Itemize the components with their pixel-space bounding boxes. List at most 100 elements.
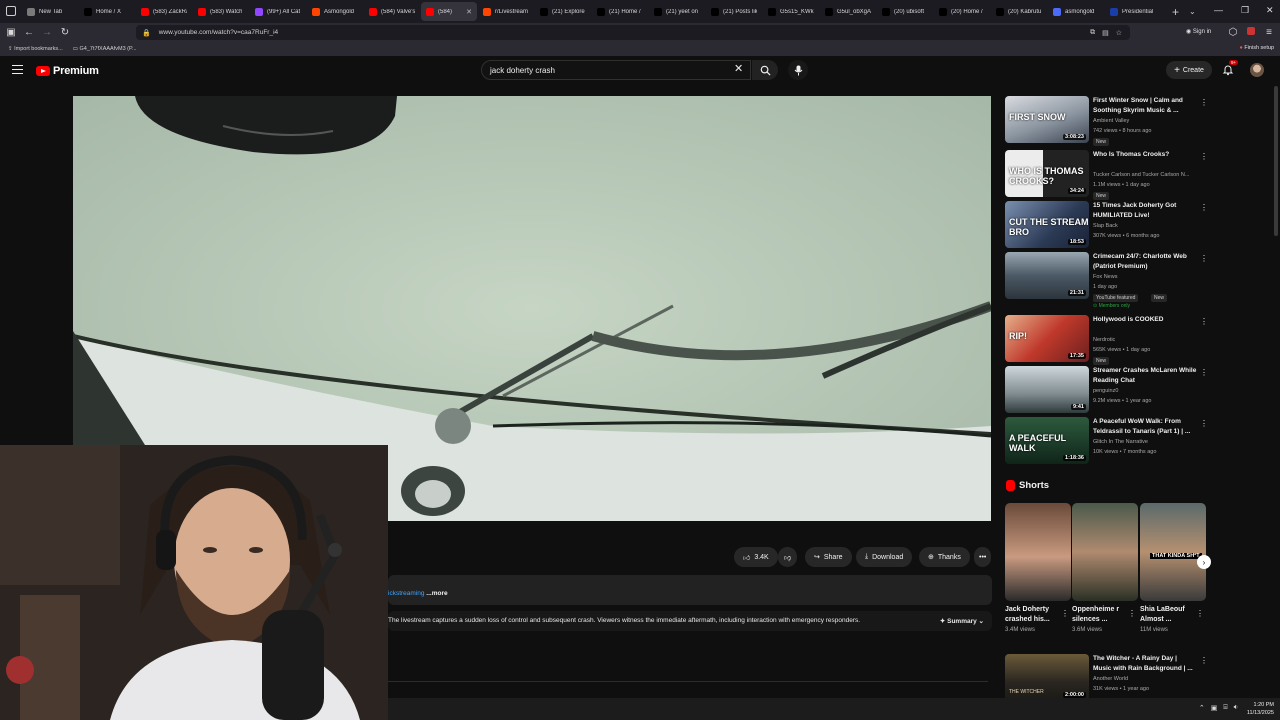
video-title[interactable]: The Witcher - A Rainy Day | Music with R… (1093, 654, 1197, 674)
tray-chevron-icon[interactable]: ⌃ (1199, 704, 1205, 712)
video-title[interactable]: Streamer Crashes McLaren While Reading C… (1093, 366, 1197, 386)
video-title[interactable]: 15 Times Jack Doherty Got HUMILIATED Liv… (1093, 201, 1197, 221)
new-tab-icon[interactable]: + (1172, 5, 1179, 19)
channel-name[interactable]: Tucker Carlson and Tucker Carlson N... (1093, 172, 1203, 178)
more-vert-icon[interactable]: ⋮ (1200, 152, 1208, 161)
like-button[interactable]: 👍︎ 3.4K (734, 547, 778, 567)
extension-red-icon[interactable] (1242, 27, 1260, 38)
more-vert-icon[interactable]: ⋮ (1196, 609, 1204, 618)
chevron-down-icon[interactable]: ⌄ (1189, 7, 1196, 16)
video-thumbnail[interactable]: CUT THE STREAM BRO 18:53 (1005, 201, 1089, 248)
browser-tab[interactable]: Home / X (79, 2, 135, 21)
browser-tab[interactable]: (21) yeet on (649, 2, 705, 21)
more-vert-icon[interactable]: ⋮ (1200, 656, 1208, 665)
clear-search-icon[interactable]: ✕ (734, 62, 743, 75)
browser-tab[interactable]: (21) Home / (592, 2, 648, 21)
shorts-next-button[interactable]: › (1197, 555, 1211, 569)
search-input[interactable]: jack doherty crash (481, 60, 751, 80)
browser-tab[interactable]: (584) Valve's (364, 2, 420, 21)
notifications-bell-icon[interactable] (1222, 64, 1234, 76)
browser-tab[interactable]: Asmongold (307, 2, 363, 21)
browser-tab[interactable]: (584) ✕ (421, 2, 477, 21)
channel-name[interactable]: Nerdrotic (1093, 337, 1203, 343)
finish-setup-button[interactable]: ● Finish setup (1239, 45, 1274, 51)
reader-view-icon[interactable]: ▤ (1102, 29, 1109, 37)
video-thumbnail[interactable]: 21:31 (1005, 252, 1089, 299)
video-thumbnail[interactable]: THE WITCHER 2:00:00 (1005, 654, 1089, 701)
browser-tab[interactable]: G5s15_KWk (763, 2, 819, 21)
voice-search-button[interactable] (788, 60, 808, 80)
video-title[interactable]: Crimecam 24/7: Charlotte Web (Patriot Pr… (1093, 252, 1197, 272)
browser-tab[interactable]: (99+) All Cat (250, 2, 306, 21)
browser-tab[interactable]: G5ul_obXgA (820, 2, 876, 21)
reload-icon[interactable]: ↻ (56, 27, 74, 38)
youtube-logo[interactable]: Premium (36, 65, 99, 77)
description-box[interactable]: ickstreaming ...more (388, 575, 992, 605)
browser-tab[interactable]: (21) Posts lik (706, 2, 762, 21)
video-title[interactable]: A Peaceful WoW Walk: From Teldrassil to … (1093, 417, 1197, 437)
recommendation-item[interactable]: WHO IS THOMAS CROOKS? 34:24 Who Is Thomas … (1005, 150, 1215, 200)
more-link[interactable]: ...more (424, 590, 447, 597)
browser-tab[interactable]: Presidential (1105, 2, 1161, 21)
extensions-icon[interactable]: ⬡ (1224, 27, 1242, 38)
more-vert-icon[interactable]: ⋮ (1200, 203, 1208, 212)
network-icon[interactable]: ⌸ (1223, 704, 1227, 712)
recommendation-item[interactable]: FIRST SNOW 3:08:23 First Winter Snow | Cal… (1005, 96, 1215, 146)
browser-tab[interactable]: (20) Kabrutu (991, 2, 1047, 21)
taskbar-clock[interactable]: 1:20 PM 11/13/2025 (1247, 701, 1274, 717)
short-title[interactable]: Jack Doherty crashed his... (1005, 605, 1059, 625)
more-vert-icon[interactable]: ⋮ (1200, 419, 1208, 428)
search-button[interactable] (752, 60, 778, 80)
video-thumbnail[interactable]: FIRST SNOW 3:08:23 (1005, 96, 1089, 143)
page-scrollbar[interactable] (1274, 86, 1278, 236)
url-field[interactable]: 🔒 www.youtube.com/watch?v=caa7RuFr_i4 ⧉ … (136, 25, 1130, 40)
description-link[interactable]: ickstreaming ...more (388, 590, 448, 597)
video-thumbnail[interactable]: RIP! 17:35 (1005, 315, 1089, 362)
more-actions-button[interactable]: ••• (974, 547, 992, 567)
create-button[interactable]: + Create (1166, 61, 1212, 79)
short-thumbnail[interactable] (1072, 503, 1138, 601)
thanks-button[interactable]: ⊕ Thanks (919, 547, 970, 567)
bookmark-item[interactable]: ▭ G4_7t7fXAAAfvM3 (P... (73, 46, 137, 52)
close-tab-icon[interactable]: ✕ (466, 8, 472, 16)
browser-tab[interactable]: (20) ubisoft (877, 2, 933, 21)
recommendation-item[interactable]: CUT THE STREAM BRO 18:53 15 Times Jack Doh… (1005, 201, 1215, 249)
recommendation-item[interactable]: 21:31 Crimecam 24/7: Charlotte Web (Patri… (1005, 252, 1215, 309)
download-button[interactable]: ⤓ Download (856, 547, 913, 567)
sign-in-button[interactable]: ◉ Sign in (1186, 28, 1211, 35)
short-item[interactable]: Jack Doherty crashed his... 3.4M views ⋮ (1005, 503, 1071, 633)
channel-name[interactable]: Glitch In The Narrative (1093, 439, 1203, 445)
browser-tab[interactable]: New Tab (22, 2, 78, 21)
channel-name[interactable]: Slap Back (1093, 223, 1203, 229)
channel-name[interactable]: penguinz0 (1093, 388, 1203, 394)
recommendation-item[interactable]: 9:41 Streamer Crashes McLaren While Readi… (1005, 366, 1215, 414)
short-thumbnail[interactable] (1005, 503, 1071, 601)
back-icon[interactable]: ← (20, 27, 38, 38)
video-title[interactable]: Hollywood is COOKED (1093, 315, 1197, 325)
account-avatar[interactable] (1250, 63, 1264, 77)
more-vert-icon[interactable]: ⋮ (1061, 609, 1069, 618)
browser-tab[interactable]: r/Livestream (478, 2, 534, 21)
video-title[interactable]: First Winter Snow | Calm and Soothing Sk… (1093, 96, 1197, 116)
forward-icon[interactable]: → (38, 27, 56, 38)
short-item[interactable]: THAT KINDA SH*T Shia LaBeouf Almost ... 11… (1140, 503, 1206, 633)
short-thumbnail[interactable]: THAT KINDA SH*T (1140, 503, 1206, 601)
minimize-icon[interactable]: — (1214, 5, 1223, 15)
video-thumbnail[interactable]: WHO IS THOMAS CROOKS? 34:24 (1005, 150, 1089, 197)
menu-icon[interactable]: ≡ (1260, 27, 1278, 38)
tray-app-icon[interactable]: ▣ (1211, 704, 1218, 712)
short-title[interactable]: Oppenheime r silences ... (1072, 605, 1126, 625)
channel-name[interactable]: Another World (1093, 676, 1203, 682)
browser-tab[interactable]: asmongold (1048, 2, 1104, 21)
video-thumbnail[interactable]: 9:41 (1005, 366, 1089, 413)
video-title[interactable]: Who Is Thomas Crooks? (1093, 150, 1197, 160)
guide-menu-icon[interactable] (12, 65, 23, 74)
dislike-button[interactable]: 👎︎ (778, 547, 798, 567)
video-thumbnail[interactable]: A PEACEFUL WALK 1:18:36 (1005, 417, 1089, 464)
browser-tab[interactable]: (21) Explore (535, 2, 591, 21)
more-vert-icon[interactable]: ⋮ (1200, 317, 1208, 326)
tab-overview-icon[interactable] (6, 6, 16, 16)
picture-in-picture-icon[interactable]: ⧉ (1090, 29, 1095, 37)
browser-tab[interactable]: (583) ZackRa (136, 2, 192, 21)
browser-tab[interactable]: (20) Home / (934, 2, 990, 21)
